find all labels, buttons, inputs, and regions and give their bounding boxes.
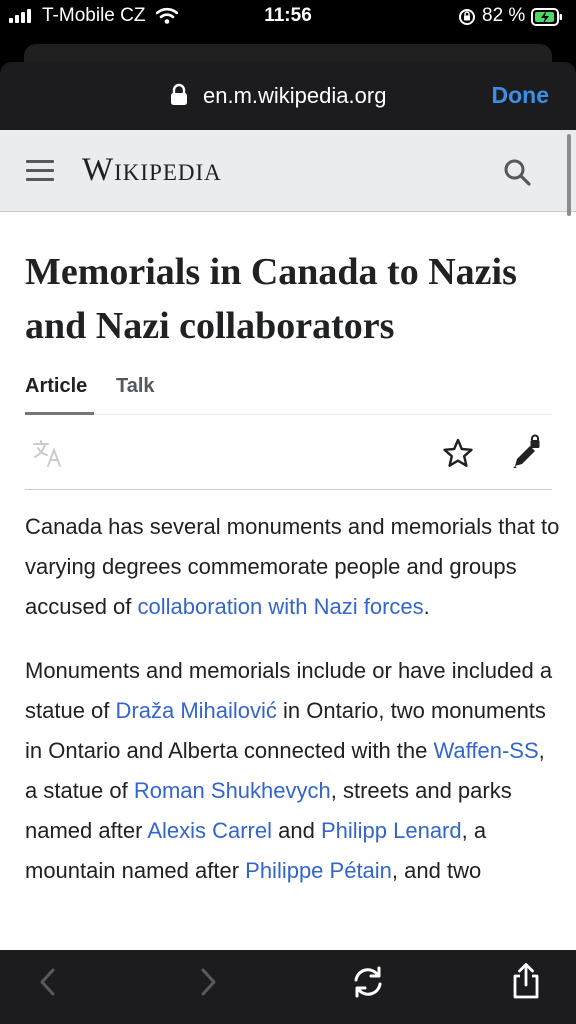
active-tab-indicator xyxy=(25,412,94,415)
web-page: Wikipedia Memorials in Canada to Nazis a… xyxy=(0,130,576,950)
paragraph-2: Monuments and memorials include or have … xyxy=(25,651,560,891)
menu-icon[interactable] xyxy=(26,160,54,182)
battery-percent: 82 % xyxy=(482,5,526,26)
status-bar: T-Mobile CZ 11:56 82 % xyxy=(0,0,576,34)
page-tabs: Article Talk xyxy=(25,375,552,415)
link-roman-shukhevych[interactable]: Roman Shukhevych xyxy=(134,778,331,803)
browser-top-bar: en.m.wikipedia.org Done xyxy=(0,62,576,130)
link-philippe-petain[interactable]: Philippe Pétain xyxy=(245,858,392,883)
browser-toolbar xyxy=(0,950,576,1024)
page-actions xyxy=(25,420,552,490)
translate-icon[interactable] xyxy=(32,438,64,468)
page-title: Memorials in Canada to Nazis and Nazi co… xyxy=(25,251,517,347)
link-collaboration-with-nazi-forces[interactable]: collaboration with Nazi forces xyxy=(138,594,424,619)
scrollbar[interactable] xyxy=(567,134,571,216)
forward-icon[interactable] xyxy=(196,964,220,1000)
article-content: Canada has several monuments and memoria… xyxy=(25,507,560,915)
share-icon[interactable] xyxy=(510,962,542,1000)
url-label[interactable]: en.m.wikipedia.org xyxy=(203,83,386,109)
link-alexis-carrel[interactable]: Alexis Carrel xyxy=(147,818,272,843)
link-philipp-lenard[interactable]: Philipp Lenard xyxy=(321,818,462,843)
tab-article[interactable]: Article xyxy=(25,375,87,398)
done-button[interactable]: Done xyxy=(492,82,550,109)
tab-talk[interactable]: Talk xyxy=(116,375,155,398)
paragraph-1: Canada has several monuments and memoria… xyxy=(25,507,560,627)
star-icon[interactable] xyxy=(442,437,474,469)
link-waffen-ss[interactable]: Waffen-SS xyxy=(433,738,538,763)
wikipedia-wordmark[interactable]: Wikipedia xyxy=(82,152,222,189)
paragraph-text: . xyxy=(423,594,430,619)
paragraph-text: and xyxy=(272,818,321,843)
link-draza-mihailovic[interactable]: Draža Mihailović xyxy=(116,698,277,723)
orientation-lock-icon xyxy=(459,9,475,25)
back-icon[interactable] xyxy=(36,964,60,1000)
battery-charging-icon xyxy=(531,8,562,26)
paragraph-text: , and two xyxy=(391,858,482,883)
lock-icon xyxy=(171,83,187,105)
wiki-header: Wikipedia xyxy=(0,130,576,212)
edit-lock-icon[interactable] xyxy=(511,434,545,470)
reload-icon[interactable] xyxy=(350,964,386,1000)
search-icon[interactable] xyxy=(503,158,531,186)
